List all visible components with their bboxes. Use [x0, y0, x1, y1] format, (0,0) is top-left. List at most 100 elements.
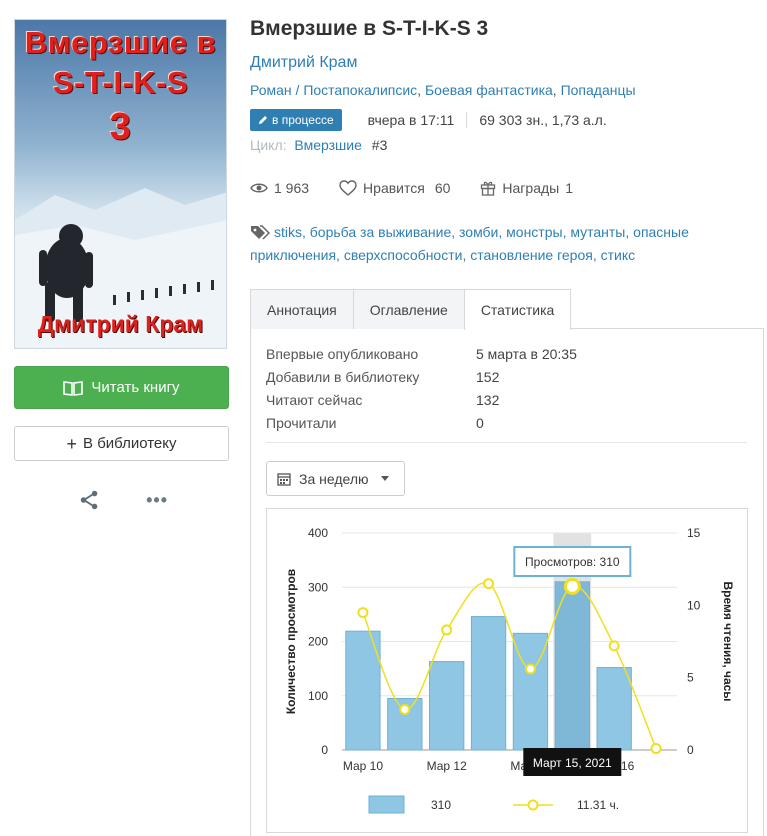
book-stats-row: 1 963 Нравится 60 Награды 1 — [250, 178, 573, 198]
tag-link[interactable]: stiks — [274, 224, 302, 240]
more-options-icon[interactable]: ••• — [146, 490, 168, 511]
stats-value: 0 — [476, 414, 484, 431]
tag-link[interactable]: зомби — [459, 224, 498, 240]
eye-icon — [250, 183, 268, 193]
calendar-icon — [277, 472, 291, 486]
bar — [470, 616, 507, 751]
genres: Роман / Постапокалипсис, Боевая фантасти… — [250, 82, 636, 98]
stats-key: Прочитали — [266, 414, 337, 431]
legend-line-marker — [527, 799, 539, 811]
cycle-label: Цикл: — [250, 137, 287, 153]
y2-tick-label: 15 — [687, 526, 701, 540]
stats-row: Прочитали 0 — [266, 411, 577, 434]
period-dropdown[interactable]: За неделю — [266, 461, 405, 496]
likes-button[interactable]: Нравится 60 — [339, 180, 450, 196]
meta-row: в процессе вчера в 17:11 69 303 зн., 1,7… — [250, 108, 619, 132]
read-book-button[interactable]: Читать книгу — [14, 366, 229, 409]
tag-link[interactable]: стикс — [601, 247, 636, 263]
period-label: За неделю — [299, 470, 369, 487]
awards-button[interactable]: Награды 1 — [480, 180, 573, 196]
chevron-down-icon — [380, 476, 389, 481]
stats-value: 152 — [476, 368, 500, 385]
book-size: 69 303 зн., 1,73 а.л. — [479, 112, 607, 128]
y-tick-label: 400 — [308, 526, 328, 540]
tag-link[interactable]: монстры — [506, 224, 562, 240]
genre-link[interactable]: Боевая фантастика — [425, 82, 553, 98]
stats-row: Впервые опубликовано 5 марта в 20:35 — [266, 342, 577, 365]
stats-value: 5 марта в 20:35 — [476, 345, 577, 362]
line-point — [357, 607, 369, 619]
status-badge: в процессе — [250, 109, 342, 131]
line-point — [483, 578, 495, 590]
tag-link[interactable]: становление героя — [470, 247, 593, 263]
y-tick-label: 200 — [308, 635, 328, 649]
line-point — [399, 703, 411, 715]
views-stat: 1 963 — [250, 180, 309, 196]
y-tick-label: 100 — [308, 689, 328, 703]
stats-key: Впервые опубликовано — [266, 345, 419, 362]
cycle-link[interactable]: Вмерзшие — [294, 137, 361, 153]
plus-icon: + — [66, 433, 78, 454]
genre-link[interactable]: Роман / Постапокалипсис — [250, 82, 417, 98]
divider — [266, 442, 747, 443]
book-tabs: Аннотация Оглавление Статистика — [250, 289, 764, 330]
awards-count: 1 — [565, 180, 574, 196]
share-row: ••• — [78, 488, 168, 512]
tab-annotation[interactable]: Аннотация — [250, 289, 354, 329]
book-author-link[interactable]: Дмитрий Крам — [250, 54, 357, 72]
views-chart: 0100200300400051015Мар 10Мар 12Мар 14Мар… — [266, 508, 748, 833]
bar — [554, 581, 590, 751]
y-tick-label: 0 — [321, 743, 328, 757]
cycle-row: Цикл: Вмерзшие #3 — [250, 137, 387, 153]
cover-title-line-1: Вмерзшие в — [24, 25, 217, 60]
book-title: Вмерзшие в S-T-I-K-S 3 — [250, 17, 489, 40]
tags-list: stiks, борьба за выживание, зомби, монст… — [250, 224, 689, 263]
pencil-icon — [259, 116, 267, 124]
genre-link[interactable]: Попаданцы — [561, 82, 636, 98]
x-tooltip-text: Март 15, 2021 — [533, 756, 612, 770]
stats-value: 132 — [476, 391, 500, 408]
legend-bar-label: 310 — [431, 798, 451, 812]
tab-contents[interactable]: Оглавление — [352, 289, 465, 329]
cycle-number: #3 — [371, 137, 388, 153]
awards-label: Награды — [502, 180, 560, 196]
add-to-library-button[interactable]: + В библиотеку — [14, 426, 229, 461]
share-icon[interactable] — [78, 488, 100, 512]
bar — [429, 661, 465, 751]
line-point — [524, 663, 536, 675]
read-book-label: Читать книгу — [91, 379, 180, 396]
y2-tick-label: 10 — [687, 598, 701, 612]
tag-link[interactable]: борьба за выживание — [310, 224, 451, 240]
book-cover[interactable]: Вмерзшие в S-T-I-K-S 3 Дмитрий Крам — [14, 19, 227, 349]
tab-statistics[interactable]: Статистика — [463, 289, 572, 330]
updated-time: вчера в 17:11 — [342, 112, 468, 128]
views-count: 1 963 — [274, 180, 310, 196]
likes-label: Нравится — [363, 180, 425, 196]
gift-icon — [481, 181, 496, 196]
tag-link[interactable]: мутанты — [570, 224, 625, 240]
y-axis-title: Количество просмотров — [284, 569, 298, 714]
heart-icon — [339, 180, 357, 196]
y2-tick-label: 0 — [687, 743, 694, 757]
legend-line-label: 11.31 ч. — [577, 798, 619, 812]
cover-title-line-2: S-T-I-K-S — [52, 65, 189, 100]
legend-bar-swatch — [368, 795, 405, 814]
bar — [596, 667, 632, 751]
views-chart-svg: 0100200300400051015Мар 10Мар 12Мар 14Мар… — [284, 526, 735, 814]
line-point — [441, 624, 453, 636]
tooltip-text: Просмотров: 310 — [525, 555, 620, 569]
x-tick-label: Мар 12 — [427, 759, 467, 773]
stats-key: Добавили в библиотеку — [266, 368, 420, 385]
tag-link[interactable]: сверхспособности — [344, 247, 463, 263]
add-to-library-label: В библиотеку — [83, 435, 177, 452]
line-point — [650, 743, 662, 755]
bar — [512, 632, 549, 751]
y-tick-label: 300 — [308, 580, 328, 594]
line-point — [563, 577, 581, 595]
stats-row: Добавили в библиотеку 152 — [266, 365, 577, 388]
publication-stats: Впервые опубликовано 5 марта в 20:35 Доб… — [266, 342, 577, 434]
status-badge-label: в процессе — [272, 113, 334, 127]
cover-author: Дмитрий Крам — [37, 311, 204, 337]
y2-axis-title: Время чтения, часы — [721, 581, 735, 701]
line-point — [608, 640, 620, 652]
